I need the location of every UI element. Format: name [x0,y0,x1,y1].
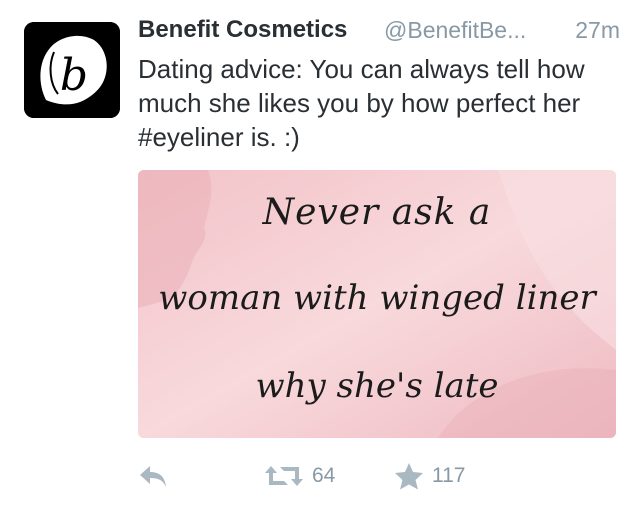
tweet-actions: 64 117 [138,458,620,494]
timestamp[interactable]: 27m [575,17,620,44]
tweet-header: Benefit Cosmetics @BenefitBe... 27m [138,16,620,50]
reply-button[interactable] [138,458,168,494]
retweet-count: 64 [312,464,336,487]
benefit-logo-icon: b [24,22,120,118]
image-text-line-3: why she's late [255,366,499,406]
retweet-icon [265,466,303,486]
tweet: b Benefit Cosmetics @BenefitBe... 27m Da… [0,0,640,514]
svg-text:b: b [60,50,88,101]
tweet-text: Dating advice: You can always tell how m… [138,54,585,152]
reply-icon [140,466,166,487]
retweet-button[interactable]: 64 [264,458,335,494]
avatar[interactable]: b [24,22,120,118]
favorite-count: 117 [432,464,466,487]
image-text-line-1: Never ask a [262,192,492,233]
image-text-line-2: woman with winged liner [158,278,596,318]
tweet-image[interactable]: Never ask a woman with winged liner why … [138,170,616,438]
favorite-button[interactable]: 117 [394,458,465,494]
author-name[interactable]: Benefit Cosmetics [138,16,347,44]
star-icon [395,463,423,490]
author-handle[interactable]: @BenefitBe... [384,17,526,44]
